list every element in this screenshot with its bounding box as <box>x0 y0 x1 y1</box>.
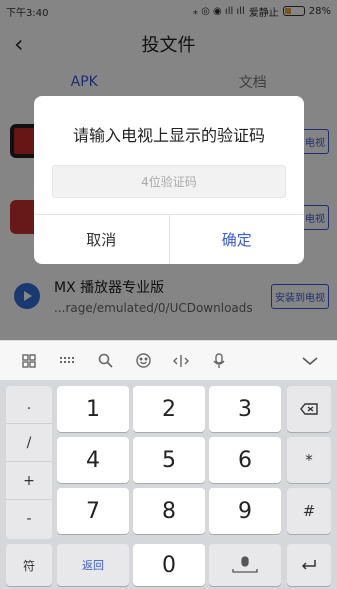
verification-dialog: 请输入电视上显示的验证码 取消 确定 <box>34 96 304 264</box>
grid-icon[interactable] <box>10 341 48 381</box>
cursor-icon[interactable] <box>162 341 200 381</box>
key-5[interactable]: 5 <box>133 437 205 483</box>
enter-key[interactable] <box>287 544 331 586</box>
symbol-key-minus[interactable]: - <box>6 500 52 538</box>
space-key[interactable] <box>209 544 281 586</box>
cancel-button[interactable]: 取消 <box>34 215 170 264</box>
backspace-icon <box>300 403 318 415</box>
symbol-column: . / + - <box>6 386 52 539</box>
hash-key[interactable]: # <box>287 488 331 534</box>
verification-code-input[interactable] <box>52 165 286 198</box>
key-9[interactable]: 9 <box>209 488 281 534</box>
space-mic-icon <box>232 556 258 573</box>
back-key[interactable]: 返回 <box>57 544 129 586</box>
key-4[interactable]: 4 <box>57 437 129 483</box>
symbol-key-slash[interactable]: / <box>6 424 52 462</box>
key-0[interactable]: 0 <box>133 544 205 586</box>
keyboard-icon[interactable] <box>48 341 86 381</box>
dialog-title: 请输入电视上显示的验证码 <box>72 126 265 145</box>
enter-icon <box>301 560 316 570</box>
search-icon[interactable] <box>86 341 124 381</box>
key-6[interactable]: 6 <box>209 437 281 483</box>
confirm-button[interactable]: 确定 <box>170 215 305 264</box>
keyboard-toolbar <box>0 340 337 380</box>
symbol-key-plus[interactable]: + <box>6 462 52 500</box>
key-7[interactable]: 7 <box>57 488 129 534</box>
microphone-icon[interactable] <box>200 341 238 381</box>
symbol-toggle-key[interactable]: 符 <box>6 544 52 586</box>
key-2[interactable]: 2 <box>133 386 205 432</box>
emoji-icon[interactable] <box>124 341 162 381</box>
dialog-buttons: 取消 确定 <box>34 214 304 264</box>
key-8[interactable]: 8 <box>133 488 205 534</box>
key-3[interactable]: 3 <box>209 386 281 432</box>
key-1[interactable]: 1 <box>57 386 129 432</box>
symbol-key-dot[interactable]: . <box>6 386 52 424</box>
hide-keyboard-icon[interactable] <box>291 341 329 381</box>
asterisk-key[interactable]: * <box>287 437 331 483</box>
backspace-key[interactable] <box>287 386 331 432</box>
numeric-keyboard: . / + - 1 2 3 4 5 6 * 7 8 9 # 符 返回 0 <box>0 380 337 589</box>
